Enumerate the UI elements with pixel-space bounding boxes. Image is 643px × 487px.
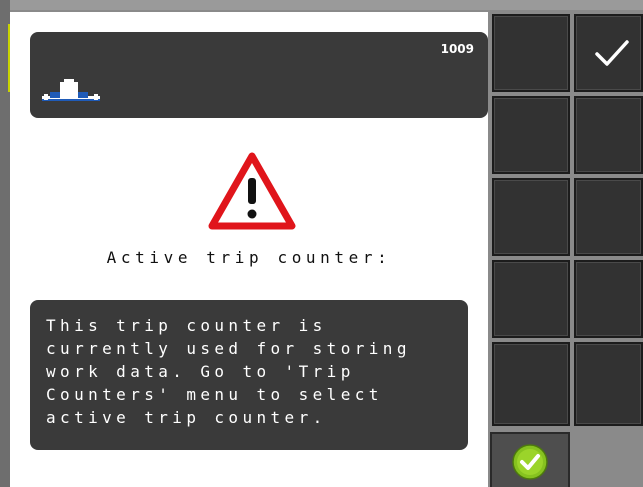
alarm-code: 1009 (440, 42, 474, 56)
message-line: currently used for storing (46, 339, 411, 358)
softkey-right-3[interactable] (574, 178, 643, 256)
warning-triangle-icon (208, 152, 296, 230)
message-line: active trip counter. (46, 408, 327, 427)
alarm-message: This trip counter is currently used for … (30, 300, 468, 450)
softkey-right-2[interactable] (574, 96, 643, 174)
alarm-panel: 1009 Active trip counter: This trip coun… (10, 12, 488, 487)
message-line: Counters' menu to select (46, 385, 383, 404)
softkey-left-1[interactable] (492, 14, 570, 92)
alarm-title: Active trip counter: (106, 248, 392, 267)
softkey-left-2[interactable] (492, 96, 570, 174)
confirm-circle-icon (512, 444, 548, 480)
softkey-right-4[interactable] (574, 260, 643, 338)
softkey-right-5[interactable] (574, 342, 643, 426)
sprayer-icon (42, 79, 100, 101)
message-line: work data. Go to 'Trip (46, 362, 355, 381)
checkmark-icon (595, 40, 629, 66)
confirm-button[interactable] (490, 432, 570, 487)
accept-softkey[interactable] (574, 14, 643, 92)
softkey-left-3[interactable] (492, 178, 570, 256)
message-line: This trip counter is (46, 316, 327, 335)
softkey-left-5[interactable] (492, 342, 570, 426)
softkey-left-4[interactable] (492, 260, 570, 338)
alarm-header: 1009 (30, 32, 488, 118)
top-frame (0, 0, 643, 10)
